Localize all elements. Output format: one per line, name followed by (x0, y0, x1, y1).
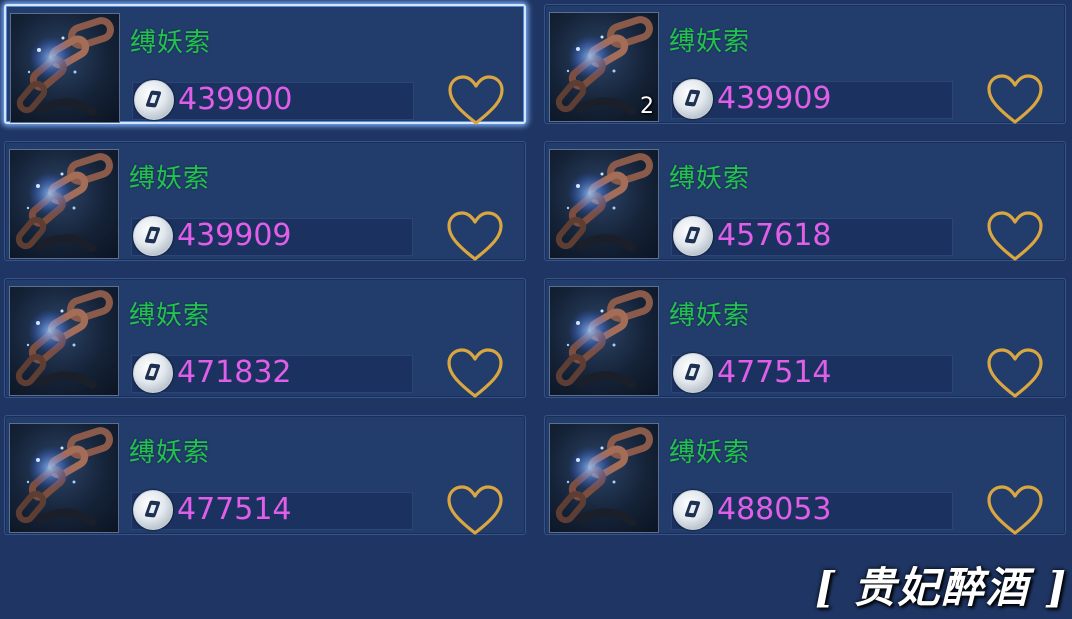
item-price: 457618 (717, 218, 832, 253)
chain-item-icon[interactable] (9, 149, 119, 259)
silver-coin-icon (673, 490, 713, 530)
item-price: 439900 (178, 82, 293, 117)
item-price: 439909 (177, 218, 292, 253)
watermark-text: [ 贵妃醉酒 ] (815, 563, 1068, 612)
item-name: 缚妖索 (669, 301, 751, 331)
listing-card-1[interactable]: 缚妖索 439900 (4, 4, 526, 125)
item-price: 488053 (717, 492, 832, 527)
chain-item-icon[interactable] (549, 286, 659, 396)
item-name: 缚妖索 (669, 438, 751, 468)
listing-card-6[interactable]: 缚妖索 477514 (544, 278, 1066, 398)
listing-card-4[interactable]: 缚妖索 457618 (544, 141, 1066, 261)
listing-card-3[interactable]: 缚妖索 439909 (4, 141, 526, 261)
silver-coin-icon (133, 216, 173, 256)
heart-outline-icon[interactable] (445, 210, 505, 264)
item-name: 缚妖索 (669, 164, 751, 194)
silver-coin-icon (133, 490, 173, 530)
heart-outline-icon[interactable] (985, 484, 1045, 538)
silver-coin-icon (134, 80, 174, 120)
chain-item-icon[interactable] (549, 149, 659, 259)
listing-card-8[interactable]: 缚妖索 488053 (544, 415, 1066, 535)
item-price: 477514 (717, 355, 832, 390)
heart-outline-icon[interactable] (985, 347, 1045, 401)
listing-card-2[interactable]: 2 缚妖索 439909 (544, 4, 1066, 124)
listing-card-7[interactable]: 缚妖索 477514 (4, 415, 526, 535)
silver-coin-icon (133, 353, 173, 393)
chain-item-icon[interactable]: 2 (549, 12, 659, 122)
item-price: 439909 (717, 81, 832, 116)
item-name: 缚妖索 (669, 27, 751, 57)
listing-card-5[interactable]: 缚妖索 471832 (4, 278, 526, 398)
silver-coin-icon (673, 79, 713, 119)
chain-item-icon[interactable] (10, 13, 120, 123)
item-quantity: 2 (640, 94, 654, 119)
heart-outline-icon[interactable] (445, 347, 505, 401)
item-name: 缚妖索 (130, 28, 212, 58)
heart-outline-icon[interactable] (985, 73, 1045, 127)
item-price: 477514 (177, 492, 292, 527)
silver-coin-icon (673, 353, 713, 393)
item-name: 缚妖索 (129, 301, 211, 331)
heart-outline-icon[interactable] (445, 484, 505, 538)
chain-item-icon[interactable] (9, 286, 119, 396)
item-listing-grid: 缚妖索 439900 2 缚妖索 439909 缚妖索 439909 缚妖索 4… (4, 4, 1066, 535)
item-name: 缚妖索 (129, 438, 211, 468)
item-name: 缚妖索 (129, 164, 211, 194)
heart-outline-icon[interactable] (985, 210, 1045, 264)
silver-coin-icon (673, 216, 713, 256)
item-price: 471832 (177, 355, 292, 390)
chain-item-icon[interactable] (549, 423, 659, 533)
heart-outline-icon[interactable] (446, 74, 506, 128)
chain-item-icon[interactable] (9, 423, 119, 533)
